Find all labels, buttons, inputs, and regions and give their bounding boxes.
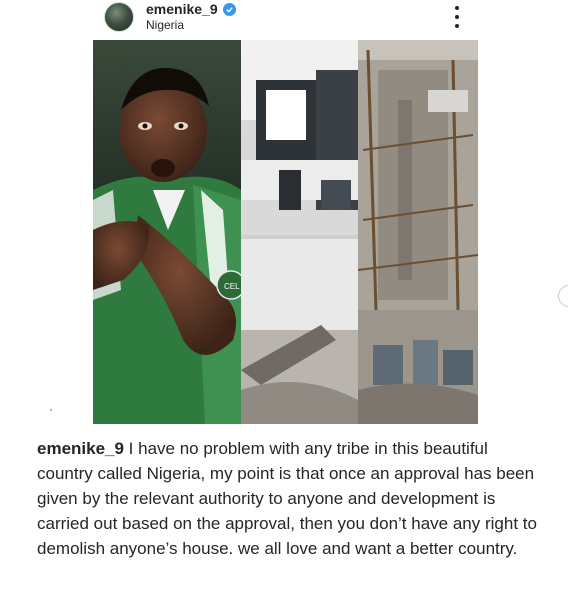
username-text[interactable]: emenike_9: [146, 1, 218, 17]
verified-badge-icon: [222, 2, 236, 16]
modern-house-photo: [241, 40, 358, 424]
jersey-badge-text: CEL: [224, 282, 240, 291]
player-celebrating-photo: CEL: [93, 40, 241, 424]
post-username[interactable]: emenike_9: [146, 1, 236, 17]
post-caption: emenike_9 I have no problem with any tri…: [37, 436, 537, 561]
divider-dot: [50, 409, 52, 411]
post-header: emenike_9 Nigeria: [0, 0, 568, 40]
post-image[interactable]: CEL: [93, 40, 478, 424]
next-post-arrow[interactable]: [558, 285, 568, 307]
demolished-building-photo: [358, 40, 478, 424]
more-options-icon[interactable]: [452, 6, 462, 28]
profile-avatar[interactable]: [104, 2, 134, 32]
post-location[interactable]: Nigeria: [146, 18, 184, 32]
caption-username[interactable]: emenike_9: [37, 439, 124, 458]
